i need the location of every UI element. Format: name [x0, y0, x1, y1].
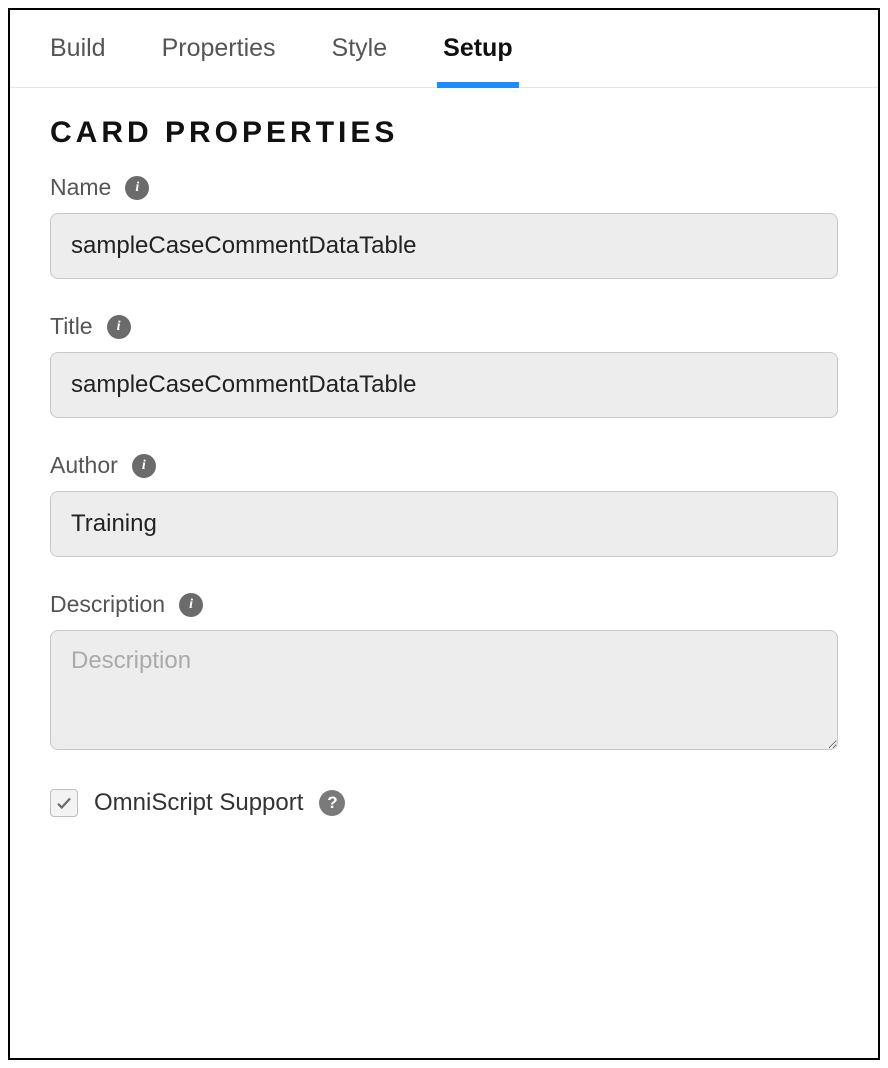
tab-build[interactable]: Build — [50, 34, 106, 87]
info-icon[interactable]: i — [107, 315, 131, 339]
title-input[interactable] — [50, 352, 838, 418]
omniscript-checkbox[interactable] — [50, 789, 78, 817]
tab-style[interactable]: Style — [332, 34, 388, 87]
description-label: Description — [50, 591, 165, 618]
description-input[interactable] — [50, 630, 838, 750]
field-description: Description i — [50, 591, 838, 755]
tab-setup[interactable]: Setup — [443, 34, 512, 87]
info-icon[interactable]: i — [132, 454, 156, 478]
info-icon[interactable]: i — [125, 176, 149, 200]
author-input[interactable] — [50, 491, 838, 557]
info-icon[interactable]: i — [179, 593, 203, 617]
field-name: Name i — [50, 174, 838, 279]
tab-properties[interactable]: Properties — [162, 34, 276, 87]
name-label: Name — [50, 174, 111, 201]
omniscript-label: OmniScript Support — [94, 789, 303, 817]
author-label: Author — [50, 452, 118, 479]
title-label: Title — [50, 313, 93, 340]
name-input[interactable] — [50, 213, 838, 279]
tab-bar: Build Properties Style Setup — [10, 10, 878, 88]
check-icon — [55, 794, 73, 812]
setup-content: CARD PROPERTIES Name i Title i Author i — [10, 88, 878, 845]
section-title: CARD PROPERTIES — [50, 116, 838, 150]
help-icon[interactable]: ? — [319, 790, 345, 816]
omniscript-row: OmniScript Support ? — [50, 789, 838, 817]
properties-panel: Build Properties Style Setup CARD PROPER… — [8, 8, 880, 1060]
field-author: Author i — [50, 452, 838, 557]
field-title: Title i — [50, 313, 838, 418]
